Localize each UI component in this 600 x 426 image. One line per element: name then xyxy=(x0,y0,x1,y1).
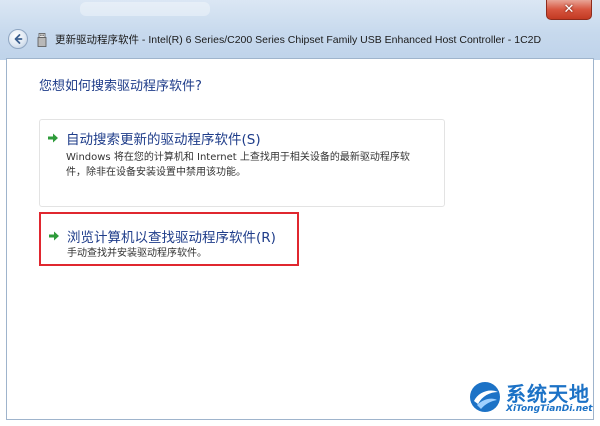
search-question: 您想如何搜索驱动程序软件? xyxy=(39,79,202,94)
auto-search-title: 自动搜索更新的驱动程序软件(S) xyxy=(66,132,261,148)
usb-device-icon xyxy=(36,33,48,47)
green-arrow-icon xyxy=(48,133,58,143)
browse-computer-description: 手动查找并安装驱动程序软件。 xyxy=(67,248,207,259)
watermark-brand: 系统天地 xyxy=(506,382,590,406)
watermark-url: XiTongTianDi.net xyxy=(506,404,593,414)
auto-search-option[interactable]: 自动搜索更新的驱动程序软件(S) Windows 将在您的计算机和 Intern… xyxy=(39,119,445,207)
browse-computer-title: 浏览计算机以查找驱动程序软件(R) xyxy=(67,230,276,246)
close-button[interactable]: ✕ xyxy=(546,0,592,20)
green-arrow-icon xyxy=(49,231,59,241)
browse-computer-option[interactable]: 浏览计算机以查找驱动程序软件(R) 手动查找并安装驱动程序软件。 xyxy=(39,212,299,266)
close-icon: ✕ xyxy=(563,2,575,17)
site-watermark: 系统天地 XiTongTianDi.net xyxy=(468,376,596,420)
content-pane: 您想如何搜索驱动程序软件? 自动搜索更新的驱动程序软件(S) Windows 将… xyxy=(6,58,594,420)
auto-search-description: Windows 将在您的计算机和 Internet 上查找用于相关设备的最新驱动… xyxy=(66,152,410,178)
back-button[interactable] xyxy=(8,29,28,49)
back-arrow-icon xyxy=(14,34,23,44)
driver-update-window: ✕ 更新驱动程序软件 - Intel(R) 6 Series/C200 Seri… xyxy=(0,0,600,426)
title-row: 更新驱动程序软件 - Intel(R) 6 Series/C200 Series… xyxy=(0,22,600,56)
frame-blur xyxy=(80,2,210,16)
watermark-logo-icon xyxy=(470,382,500,412)
window-title: 更新驱动程序软件 - Intel(R) 6 Series/C200 Series… xyxy=(55,34,542,46)
